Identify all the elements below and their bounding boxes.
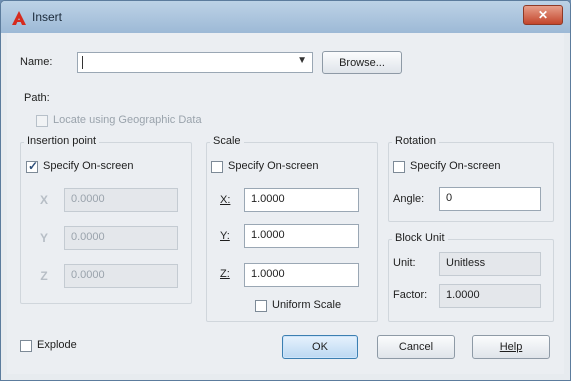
dialog-body: Name: ▼ Browse... Path: Locate using Geo… <box>7 33 564 374</box>
insert-dialog: Insert ✕ Name: ▼ Browse... Path: Locate … <box>0 0 571 381</box>
scale-z-field[interactable]: 1.0000 <box>244 263 359 287</box>
angle-label: Angle: <box>393 193 425 205</box>
factor-label: Factor: <box>393 289 428 301</box>
unit-label: Unit: <box>393 257 416 269</box>
explode-checkbox[interactable] <box>20 340 32 352</box>
insertion-point-title: Insertion point <box>24 135 100 147</box>
close-icon: ✕ <box>537 8 549 22</box>
x-axis-icon: X <box>39 193 48 207</box>
help-button[interactable]: Help <box>472 335 550 359</box>
cancel-button[interactable]: Cancel <box>377 335 455 359</box>
scale-specify-label: Specify On-screen <box>228 160 319 172</box>
block-unit-title: Block Unit <box>392 232 448 244</box>
window-title: Insert <box>32 10 63 24</box>
text-caret <box>82 56 83 69</box>
scale-y-label: Y: <box>220 230 230 242</box>
scale-y-field[interactable]: 1.0000 <box>244 224 359 248</box>
ok-button-label: OK <box>312 341 328 353</box>
uniform-scale-label: Uniform Scale <box>272 299 342 311</box>
factor-value: 1.0000 <box>446 289 480 301</box>
scale-x-value: 1.0000 <box>251 193 285 205</box>
scale-y-value: 1.0000 <box>251 229 285 241</box>
insertion-specify-checkbox[interactable]: ✓ <box>26 159 39 173</box>
explode-label: Explode <box>37 339 77 351</box>
path-label: Path: <box>24 92 50 104</box>
name-combobox[interactable]: ▼ <box>77 52 313 73</box>
geographic-data-checkbox[interactable] <box>36 115 48 127</box>
browse-button[interactable]: Browse... <box>322 51 402 74</box>
insertion-specify-label: Specify On-screen <box>43 160 134 172</box>
insertion-y-field[interactable]: 0.0000 <box>64 226 178 250</box>
unit-field: Unitless <box>439 252 541 276</box>
help-button-label: Help <box>499 341 523 353</box>
rotation-title: Rotation <box>392 135 439 147</box>
autocad-icon <box>12 11 26 25</box>
unit-value: Unitless <box>446 257 486 269</box>
scale-x-field[interactable]: 1.0000 <box>244 188 359 212</box>
checkmark-icon: ✓ <box>28 159 39 173</box>
angle-value: 0 <box>446 192 453 204</box>
scale-z-label: Z: <box>220 268 230 280</box>
chevron-down-icon[interactable]: ▼ <box>297 55 307 66</box>
y-axis-icon: Y <box>39 231 48 245</box>
z-axis-icon: Z <box>40 269 48 283</box>
scale-title: Scale <box>210 135 244 147</box>
insertion-x-value: 0.0000 <box>71 193 105 205</box>
insertion-x-field[interactable]: 0.0000 <box>64 188 178 212</box>
insertion-y-value: 0.0000 <box>71 231 105 243</box>
cancel-button-label: Cancel <box>398 341 434 353</box>
insertion-z-value: 0.0000 <box>71 269 105 281</box>
scale-specify-checkbox[interactable] <box>211 161 223 173</box>
browse-button-label: Browse... <box>339 56 385 69</box>
rotation-specify-checkbox[interactable] <box>393 161 405 173</box>
factor-field: 1.0000 <box>439 284 541 308</box>
scale-x-label: X: <box>220 194 231 206</box>
scale-z-value: 1.0000 <box>251 268 285 280</box>
rotation-specify-label: Specify On-screen <box>410 160 501 172</box>
title-bar[interactable]: Insert ✕ <box>1 1 570 33</box>
insertion-z-field[interactable]: 0.0000 <box>64 264 178 288</box>
angle-field[interactable]: 0 <box>439 187 541 211</box>
close-button[interactable]: ✕ <box>523 5 563 25</box>
ok-button[interactable]: OK <box>282 335 358 359</box>
uniform-scale-checkbox[interactable] <box>255 300 267 312</box>
name-label: Name: <box>20 56 53 68</box>
geographic-data-label: Locate using Geographic Data <box>53 114 202 126</box>
